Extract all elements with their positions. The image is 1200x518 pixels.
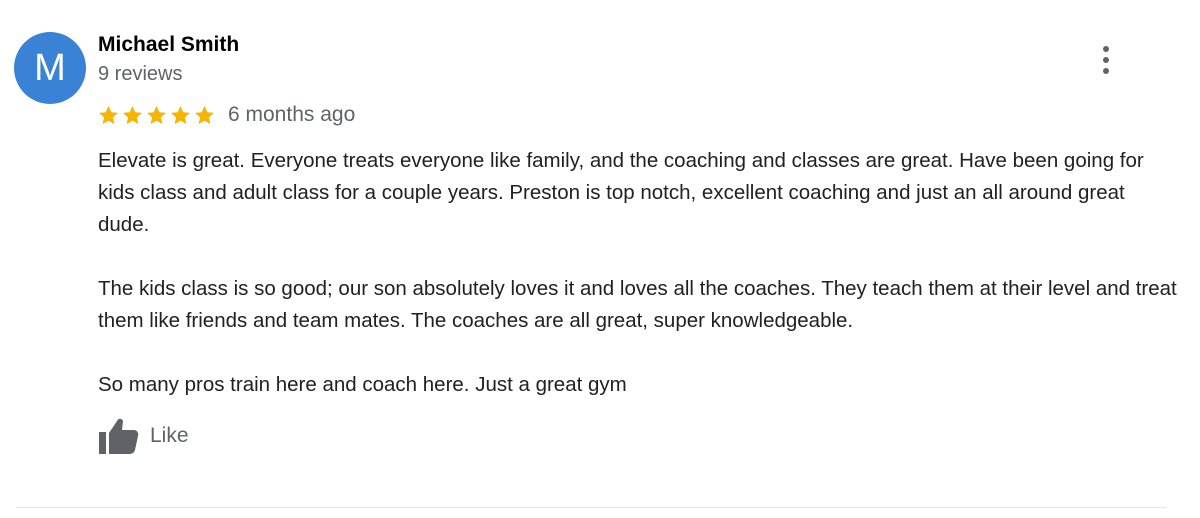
review-paragraph: The kids class is so good; our son absol… bbox=[98, 277, 1177, 332]
like-button[interactable]: Like bbox=[98, 416, 189, 456]
thumbs-up-icon bbox=[99, 418, 139, 454]
divider bbox=[16, 507, 1166, 508]
star-icon bbox=[98, 105, 119, 124]
avatar[interactable]: M bbox=[14, 32, 86, 104]
review-paragraph: So many pros train here and coach here. … bbox=[98, 373, 627, 396]
rating-row: 6 months ago bbox=[97, 100, 355, 130]
more-vertical-icon bbox=[1103, 46, 1109, 52]
like-label: Like bbox=[150, 424, 189, 447]
reviewer-review-count[interactable]: 9 reviews bbox=[98, 61, 182, 87]
more-options-button[interactable] bbox=[1090, 42, 1122, 78]
review-text: Elevate is great. Everyone treats everyo… bbox=[98, 145, 1178, 433]
more-vertical-icon-dot bbox=[1103, 68, 1109, 74]
review-time: 6 months ago bbox=[228, 103, 356, 126]
reviewer-name[interactable]: Michael Smith bbox=[98, 32, 239, 58]
star-icon bbox=[170, 105, 191, 124]
star-icon bbox=[146, 105, 167, 124]
star-icon bbox=[122, 105, 143, 124]
star-icon bbox=[194, 105, 215, 124]
review-paragraph: Elevate is great. Everyone treats everyo… bbox=[98, 149, 1144, 236]
review-card: M Michael Smith 9 reviews 6 months ago E… bbox=[0, 0, 1200, 518]
star-rating bbox=[97, 104, 216, 127]
more-vertical-icon-dot bbox=[1103, 57, 1109, 63]
